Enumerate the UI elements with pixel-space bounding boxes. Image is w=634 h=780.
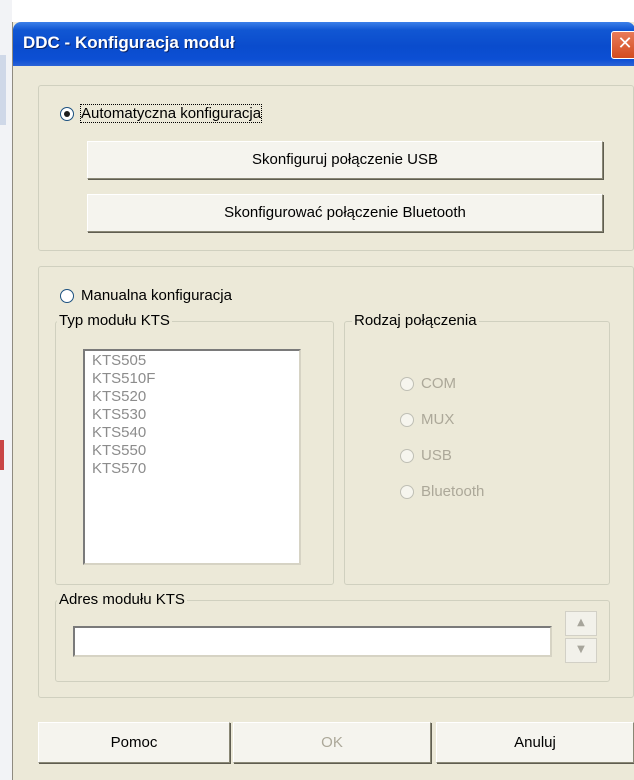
configure-bluetooth-button[interactable]: Skonfigurować połączenie Bluetooth xyxy=(87,194,603,232)
connection-option-label: COM xyxy=(421,375,456,392)
address-input[interactable] xyxy=(73,626,552,657)
connection-type-group xyxy=(344,321,610,585)
auto-config-label: Automatyczna konfiguracja xyxy=(79,104,263,123)
background-window xyxy=(0,0,12,780)
cancel-button[interactable]: Anuluj xyxy=(436,722,634,763)
connection-option-label: Bluetooth xyxy=(421,483,485,500)
connection-option-label: USB xyxy=(421,447,452,464)
radio-icon xyxy=(60,106,74,121)
list-item[interactable]: KTS570 xyxy=(92,460,292,478)
radio-icon xyxy=(400,412,414,427)
list-item[interactable]: KTS510F xyxy=(92,370,292,388)
title-bar[interactable]: DDC - Konfiguracja moduł ✕ xyxy=(13,22,634,66)
address-label: Adres modułu KTS xyxy=(57,591,187,609)
manual-config-label: Manualna konfiguracja xyxy=(81,287,232,304)
connection-option-label: MUX xyxy=(421,411,455,428)
dialog-window: DDC - Konfiguracja moduł ✕ Automatyczna … xyxy=(12,22,634,780)
list-item[interactable]: KTS530 xyxy=(92,406,292,424)
ok-button[interactable]: OK xyxy=(233,722,431,763)
connection-bluetooth-radio[interactable]: Bluetooth xyxy=(400,483,484,500)
module-type-list[interactable]: KTS505 KTS510F KTS520 KTS530 KTS540 KTS5… xyxy=(83,349,301,565)
window-title: DDC - Konfiguracja moduł xyxy=(23,33,235,52)
background-window-strip xyxy=(0,440,4,470)
radio-icon xyxy=(400,376,414,391)
background-window-strip xyxy=(0,55,6,125)
connection-mux-radio[interactable]: MUX xyxy=(400,411,454,428)
spin-up-icon[interactable]: ▲ xyxy=(565,611,597,636)
spin-down-icon[interactable]: ▼ xyxy=(565,638,597,663)
radio-icon xyxy=(400,448,414,463)
connection-type-label: Rodzaj połączenia xyxy=(352,312,479,330)
radio-icon xyxy=(400,484,414,499)
configure-usb-button[interactable]: Skonfiguruj połączenie USB xyxy=(87,141,603,179)
list-item[interactable]: KTS540 xyxy=(92,424,292,442)
connection-usb-radio[interactable]: USB xyxy=(400,447,452,464)
radio-icon xyxy=(60,288,74,303)
module-type-label: Typ modułu KTS xyxy=(57,312,172,330)
help-button[interactable]: Pomoc xyxy=(38,722,230,763)
list-item[interactable]: KTS505 xyxy=(92,352,292,370)
auto-config-radio[interactable]: Automatyczna konfiguracja xyxy=(60,104,263,123)
manual-config-radio[interactable]: Manualna konfiguracja xyxy=(60,287,232,304)
connection-com-radio[interactable]: COM xyxy=(400,375,456,392)
close-icon[interactable]: ✕ xyxy=(611,31,634,59)
list-item[interactable]: KTS550 xyxy=(92,442,292,460)
list-item[interactable]: KTS520 xyxy=(92,388,292,406)
